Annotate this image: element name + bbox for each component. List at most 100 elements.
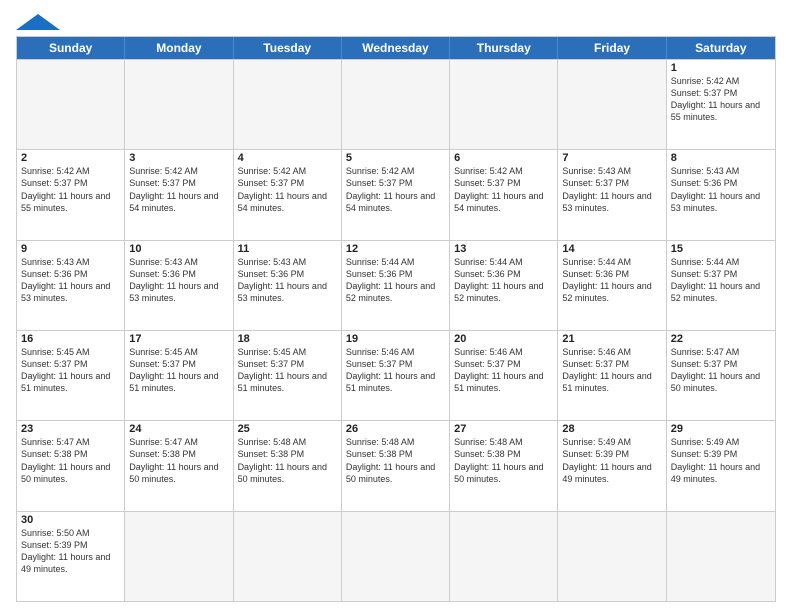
cal-cell-29: 29Sunrise: 5:49 AMSunset: 5:39 PMDayligh… [667,421,775,510]
cell-info: Sunrise: 5:44 AMSunset: 5:36 PMDaylight:… [454,256,553,305]
calendar-body: 1Sunrise: 5:42 AMSunset: 5:37 PMDaylight… [17,59,775,601]
logo [16,10,60,30]
day-number: 25 [238,423,337,435]
cell-info: Sunrise: 5:42 AMSunset: 5:37 PMDaylight:… [21,165,120,214]
header-day-thursday: Thursday [450,37,558,59]
cal-cell-empty [558,512,666,601]
cell-info: Sunrise: 5:42 AMSunset: 5:37 PMDaylight:… [129,165,228,214]
cell-info: Sunrise: 5:44 AMSunset: 5:36 PMDaylight:… [346,256,445,305]
cell-info: Sunrise: 5:45 AMSunset: 5:37 PMDaylight:… [21,346,120,395]
cal-cell-empty [558,60,666,149]
cell-info: Sunrise: 5:42 AMSunset: 5:37 PMDaylight:… [238,165,337,214]
day-number: 5 [346,152,445,164]
day-number: 22 [671,333,771,345]
header-day-monday: Monday [125,37,233,59]
calendar-row-3: 16Sunrise: 5:45 AMSunset: 5:37 PMDayligh… [17,330,775,420]
day-number: 4 [238,152,337,164]
cal-cell-8: 8Sunrise: 5:43 AMSunset: 5:36 PMDaylight… [667,150,775,239]
calendar-row-2: 9 Sunrise: 5:43 AMSunset: 5:36 PMDaylight… [17,240,775,330]
cal-cell-24: 24Sunrise: 5:47 AMSunset: 5:38 PMDayligh… [125,421,233,510]
cal-cell-empty [450,60,558,149]
cal-cell-4: 4Sunrise: 5:42 AMSunset: 5:37 PMDaylight… [234,150,342,239]
cal-cell-27: 27Sunrise: 5:48 AMSunset: 5:38 PMDayligh… [450,421,558,510]
cal-cell-2: 2Sunrise: 5:42 AMSunset: 5:37 PMDaylight… [17,150,125,239]
cal-cell-14: 14Sunrise: 5:44 AMSunset: 5:36 PMDayligh… [558,241,666,330]
cal-cell-28: 28Sunrise: 5:49 AMSunset: 5:39 PMDayligh… [558,421,666,510]
cal-cell-empty [667,512,775,601]
day-number: 26 [346,423,445,435]
cal-cell-empty [450,512,558,601]
day-number: 1 [671,62,771,74]
day-number: 14 [562,243,661,255]
cal-cell-empty [125,60,233,149]
header-day-saturday: Saturday [667,37,775,59]
calendar-row-4: 23Sunrise: 5:47 AMSunset: 5:38 PMDayligh… [17,420,775,510]
cell-info: Sunrise: 5:50 AMSunset: 5:39 PMDaylight:… [21,527,120,576]
cell-info: Sunrise: 5:47 AMSunset: 5:38 PMDaylight:… [21,436,120,485]
cal-cell-6: 6Sunrise: 5:42 AMSunset: 5:37 PMDaylight… [450,150,558,239]
day-number: 8 [671,152,771,164]
cal-cell-5: 5Sunrise: 5:42 AMSunset: 5:37 PMDaylight… [342,150,450,239]
page: SundayMondayTuesdayWednesdayThursdayFrid… [0,0,792,612]
day-number: 28 [562,423,661,435]
cal-cell-21: 21Sunrise: 5:46 AMSunset: 5:37 PMDayligh… [558,331,666,420]
header-day-tuesday: Tuesday [234,37,342,59]
cell-info: Sunrise: 5:43 AMSunset: 5:37 PMDaylight:… [562,165,661,214]
cell-info: Sunrise: 5:43 AMSunset: 5:36 PMDaylight:… [671,165,771,214]
cal-cell-11: 11Sunrise: 5:43 AMSunset: 5:36 PMDayligh… [234,241,342,330]
cell-info: Sunrise: 5:46 AMSunset: 5:37 PMDaylight:… [346,346,445,395]
header-day-wednesday: Wednesday [342,37,450,59]
cell-info: Sunrise: 5:49 AMSunset: 5:39 PMDaylight:… [671,436,771,485]
day-number: 29 [671,423,771,435]
day-number: 27 [454,423,553,435]
cal-cell-13: 13Sunrise: 5:44 AMSunset: 5:36 PMDayligh… [450,241,558,330]
header-day-friday: Friday [558,37,666,59]
cal-cell-empty [234,512,342,601]
cell-info: Sunrise: 5:47 AMSunset: 5:38 PMDaylight:… [129,436,228,485]
cell-info: Sunrise: 5:43 AMSunset: 5:36 PMDaylight:… [129,256,228,305]
cell-info: Sunrise: 5:49 AMSunset: 5:39 PMDaylight:… [562,436,661,485]
cell-info: Sunrise: 5:48 AMSunset: 5:38 PMDaylight:… [454,436,553,485]
cal-cell-empty [342,512,450,601]
header [16,10,776,30]
cal-cell-1: 1Sunrise: 5:42 AMSunset: 5:37 PMDaylight… [667,60,775,149]
calendar-row-5: 30Sunrise: 5:50 AMSunset: 5:39 PMDayligh… [17,511,775,601]
day-number: 11 [238,243,337,255]
cell-info: Sunrise: 5:48 AMSunset: 5:38 PMDaylight:… [238,436,337,485]
cell-info: Sunrise: 5:42 AMSunset: 5:37 PMDaylight:… [671,75,771,124]
cell-info: Sunrise: 5:42 AMSunset: 5:37 PMDaylight:… [346,165,445,214]
day-number: 9 [21,243,120,255]
cal-cell-26: 26Sunrise: 5:48 AMSunset: 5:38 PMDayligh… [342,421,450,510]
day-number: 30 [21,514,120,526]
day-number: 15 [671,243,771,255]
day-number: 2 [21,152,120,164]
calendar-row-0: 1Sunrise: 5:42 AMSunset: 5:37 PMDaylight… [17,59,775,149]
cal-cell-empty [17,60,125,149]
header-day-sunday: Sunday [17,37,125,59]
day-number: 16 [21,333,120,345]
cal-cell-19: 19Sunrise: 5:46 AMSunset: 5:37 PMDayligh… [342,331,450,420]
calendar: SundayMondayTuesdayWednesdayThursdayFrid… [16,36,776,602]
cell-info: Sunrise: 5:46 AMSunset: 5:37 PMDaylight:… [454,346,553,395]
cell-info: Sunrise: 5:42 AMSunset: 5:37 PMDaylight:… [454,165,553,214]
cal-cell-12: 12Sunrise: 5:44 AMSunset: 5:36 PMDayligh… [342,241,450,330]
day-number: 20 [454,333,553,345]
logo-icon [16,14,60,30]
cal-cell-25: 25Sunrise: 5:48 AMSunset: 5:38 PMDayligh… [234,421,342,510]
cal-cell-3: 3Sunrise: 5:42 AMSunset: 5:37 PMDaylight… [125,150,233,239]
day-number: 17 [129,333,228,345]
cal-cell-9: 9Sunrise: 5:43 AMSunset: 5:36 PMDaylight… [17,241,125,330]
cell-info: Sunrise: 5:44 AMSunset: 5:37 PMDaylight:… [671,256,771,305]
calendar-row-1: 2Sunrise: 5:42 AMSunset: 5:37 PMDaylight… [17,149,775,239]
cell-info: Sunrise: 5:43 AMSunset: 5:36 PMDaylight:… [238,256,337,305]
day-number: 19 [346,333,445,345]
day-number: 23 [21,423,120,435]
day-number: 21 [562,333,661,345]
cell-info: Sunrise: 5:44 AMSunset: 5:36 PMDaylight:… [562,256,661,305]
cal-cell-empty [125,512,233,601]
cell-info: Sunrise: 5:48 AMSunset: 5:38 PMDaylight:… [346,436,445,485]
cell-info: Sunrise: 5:47 AMSunset: 5:37 PMDaylight:… [671,346,771,395]
day-number: 24 [129,423,228,435]
cal-cell-16: 16Sunrise: 5:45 AMSunset: 5:37 PMDayligh… [17,331,125,420]
cal-cell-15: 15Sunrise: 5:44 AMSunset: 5:37 PMDayligh… [667,241,775,330]
